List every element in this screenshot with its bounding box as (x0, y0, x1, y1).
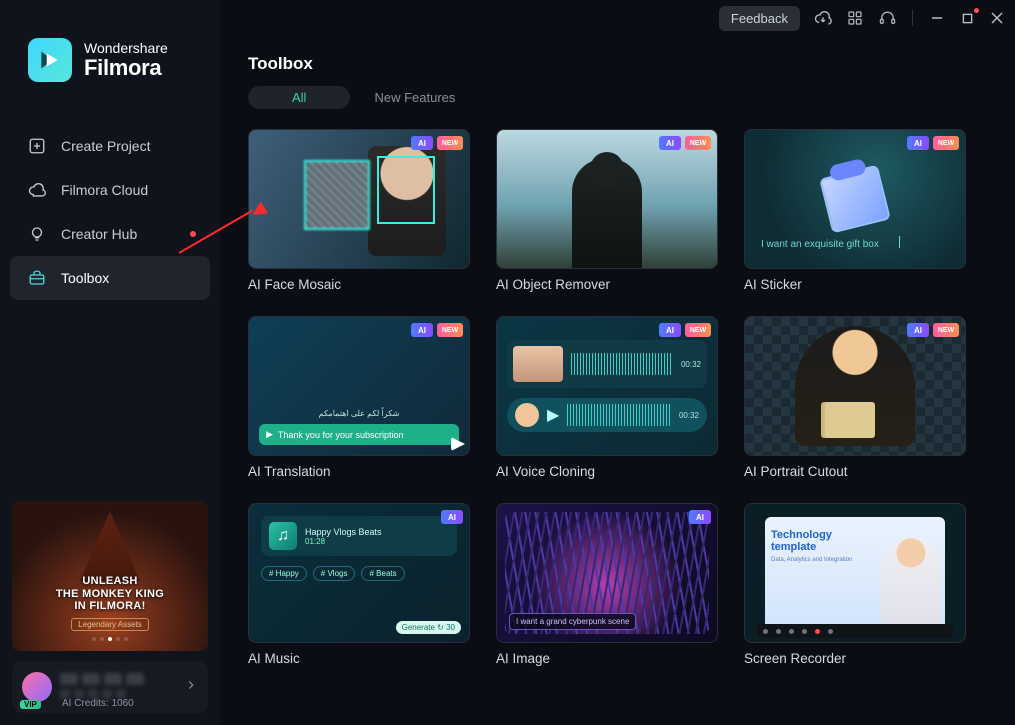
card-title: AI Music (248, 651, 470, 666)
card-thumbnail: Technology templateData, Analytics and I… (744, 503, 966, 643)
card-thumbnail: AI I want a grand cyberpunk scene (496, 503, 718, 643)
vip-badge: VIP (20, 700, 41, 709)
card-thumbnail: AINEW شكراً لكم على اهتمامكم ▶Thank you … (248, 316, 470, 456)
bulb-icon (28, 225, 46, 243)
sidebar-item-label: Toolbox (61, 270, 109, 286)
card-thumbnail: AI NEW (248, 129, 470, 269)
sidebar-item-label: Filmora Cloud (61, 182, 148, 198)
tool-card-ai-image[interactable]: AI I want a grand cyberpunk scene AI Ima… (496, 503, 718, 666)
card-title: AI Translation (248, 464, 470, 479)
record-bar-icon (757, 624, 953, 638)
card-thumbnail: AI NEW I want an exquisite gift box (744, 129, 966, 269)
tab-new-features[interactable]: New Features (374, 90, 455, 105)
ai-badge-icon: AI (659, 323, 681, 337)
thumb-caption: I want a grand cyberpunk scene (509, 613, 636, 630)
card-title: AI Voice Cloning (496, 464, 718, 479)
chevron-right-icon[interactable] (184, 678, 198, 697)
ai-badge-icon: AI (907, 323, 929, 337)
promo-title: UNLEASH THE MONKEY KING IN FILMORA! (56, 575, 164, 613)
card-title: Screen Recorder (744, 651, 966, 666)
promo-subtitle: Legendary Assets (71, 618, 149, 631)
new-badge-icon: NEW (933, 136, 959, 150)
sidebar-item-label: Create Project (61, 138, 150, 154)
maximize-button[interactable] (959, 10, 975, 26)
plus-square-icon (28, 137, 46, 155)
card-title: AI Object Remover (496, 277, 718, 292)
card-title: AI Sticker (744, 277, 966, 292)
user-profile-row[interactable]: VIP AI Credits: 1060 (12, 661, 208, 713)
tool-card-ai-music[interactable]: AI ♫Happy Vlogs Beats01:28 # Happy # Vlo… (248, 503, 470, 666)
new-badge-icon: NEW (933, 323, 959, 337)
logo-mark-icon (28, 38, 72, 82)
sidebar-item-label: Creator Hub (61, 226, 137, 242)
carousel-dots[interactable] (92, 637, 128, 641)
sidebar-item-filmora-cloud[interactable]: Filmora Cloud (10, 168, 210, 212)
card-title: AI Image (496, 651, 718, 666)
card-title: AI Portrait Cutout (744, 464, 966, 479)
ai-credits-label: AI Credits: 1060 (62, 698, 134, 709)
tab-all[interactable]: All (248, 86, 350, 109)
main-content: Toolbox All New Features AI NEW AI Face M… (220, 36, 1015, 725)
ai-badge-icon: AI (411, 323, 433, 337)
sidebar: Wondershare Filmora Create Project Filmo… (0, 0, 220, 725)
support-icon[interactable] (878, 9, 896, 27)
tool-card-ai-object-remover[interactable]: AI NEW AI Object Remover (496, 129, 718, 292)
page-title: Toolbox (248, 54, 987, 74)
avatar-icon (22, 672, 52, 702)
cloud-download-icon[interactable] (814, 9, 832, 27)
tool-card-ai-portrait-cutout[interactable]: AI NEW AI Portrait Cutout (744, 316, 966, 479)
sidebar-item-create-project[interactable]: Create Project (10, 124, 210, 168)
card-thumbnail: AI ♫Happy Vlogs Beats01:28 # Happy # Vlo… (248, 503, 470, 643)
brand-line1: Wondershare (84, 41, 168, 56)
card-title: AI Face Mosaic (248, 277, 470, 292)
new-badge-icon: NEW (685, 323, 711, 337)
close-button[interactable] (989, 10, 1005, 26)
card-thumbnail: AI NEW (744, 316, 966, 456)
brand-line2: Filmora (84, 56, 168, 79)
ai-badge-icon: AI (441, 510, 463, 524)
tool-card-ai-translation[interactable]: AINEW شكراً لكم على اهتمامكم ▶Thank you … (248, 316, 470, 479)
feedback-button[interactable]: Feedback (719, 6, 800, 31)
generate-badge: Generate ↻ 30 (396, 621, 461, 634)
new-badge-icon: NEW (685, 136, 711, 150)
ai-badge-icon: AI (411, 136, 433, 150)
user-info (60, 673, 176, 701)
tool-card-ai-sticker[interactable]: AI NEW I want an exquisite gift box AI St… (744, 129, 966, 292)
ai-badge-icon: AI (907, 136, 929, 150)
card-thumbnail: AINEW 00:32 ▶00:32 (496, 316, 718, 456)
divider (912, 10, 913, 26)
ai-badge-icon: AI (689, 510, 711, 524)
new-badge-icon: NEW (437, 323, 463, 337)
update-dot-icon (974, 8, 979, 13)
brand-logo: Wondershare Filmora (0, 30, 220, 106)
sidebar-item-toolbox[interactable]: Toolbox (10, 256, 210, 300)
ai-badge-icon: AI (659, 136, 681, 150)
cloud-icon (28, 181, 46, 199)
toolbox-icon (28, 269, 46, 287)
tool-card-ai-face-mosaic[interactable]: AI NEW AI Face Mosaic (248, 129, 470, 292)
notification-dot-icon (190, 231, 196, 237)
thumb-caption: I want an exquisite gift box (761, 239, 879, 250)
new-badge-icon: NEW (437, 136, 463, 150)
apps-grid-icon[interactable] (846, 9, 864, 27)
tool-card-screen-recorder[interactable]: Technology templateData, Analytics and I… (744, 503, 966, 666)
promo-banner[interactable]: UNLEASH THE MONKEY KING IN FILMORA! Lege… (12, 501, 208, 651)
minimize-button[interactable] (929, 10, 945, 26)
card-thumbnail: AI NEW (496, 129, 718, 269)
tool-card-ai-voice-cloning[interactable]: AINEW 00:32 ▶00:32 AI Voice Cloning (496, 316, 718, 479)
sidebar-item-creator-hub[interactable]: Creator Hub (10, 212, 210, 256)
